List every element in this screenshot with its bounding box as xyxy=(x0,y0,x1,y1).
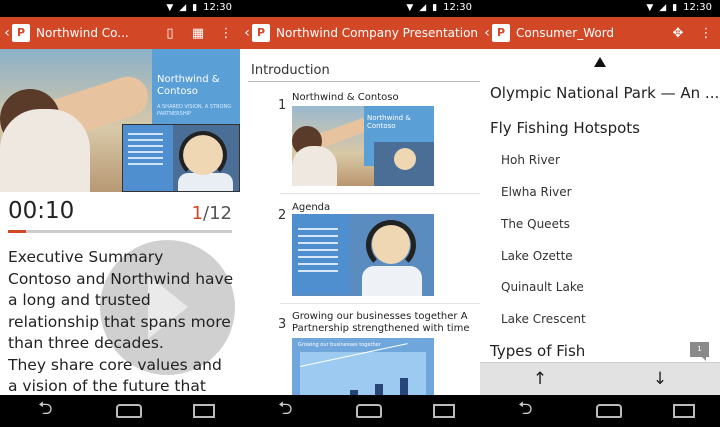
speaker-notes: Executive Summary Contoso and Northwind … xyxy=(8,247,236,419)
nav-back-icon[interactable]: ⮌ xyxy=(25,396,65,426)
notes-view-icon[interactable]: ▯ xyxy=(156,26,184,41)
nav-home-icon[interactable] xyxy=(595,404,622,418)
back-chevron-icon[interactable]: ‹ xyxy=(482,17,492,49)
nav-recents-icon[interactable] xyxy=(192,404,215,418)
nav-item[interactable]: Quinault Lake xyxy=(501,280,584,294)
slide-photo-woman xyxy=(0,109,90,192)
doc-heading[interactable]: Fly Fishing Hotspots xyxy=(490,119,640,137)
scroll-up-icon[interactable] xyxy=(594,57,606,67)
slide-thumb-title: Northwind & Contoso xyxy=(292,92,399,103)
slide-subtitle: A SHARED VISION, A STRONG PARTNERSHIP xyxy=(157,104,232,117)
app-title: Northwind Company Presentation xyxy=(276,26,479,40)
slide-number: 1 xyxy=(278,98,287,113)
slide-number: 2 xyxy=(278,208,287,223)
app-title: Consumer_Word xyxy=(516,26,615,40)
app-title: Northwind Co... xyxy=(36,26,129,40)
next-arrow-icon[interactable]: ↓ xyxy=(640,369,680,389)
slide-thumb-title: Growing our businesses together A Partne… xyxy=(292,311,470,334)
nav-item[interactable]: Elwha River xyxy=(501,185,572,199)
app-bar: ‹ P Northwind Company Presentation xyxy=(240,17,480,49)
more-menu-icon[interactable]: ⋮ xyxy=(212,26,240,41)
wifi-icon: ▼ xyxy=(166,3,174,13)
slide-thumbnail[interactable]: Northwind & Contoso xyxy=(292,106,434,186)
nav-recents-icon[interactable] xyxy=(672,404,695,418)
notes-line: Executive Summary xyxy=(8,248,164,266)
current-slide-number: 1 xyxy=(191,203,204,224)
system-nav-bar: ⮌ xyxy=(240,395,480,427)
presenter-panel: ▼ ◢ ▮ 12:30 ‹ P Northwind Co... ▯ ▦ ⋮ No… xyxy=(0,0,240,427)
nav-back-icon[interactable]: ⮌ xyxy=(505,396,545,426)
slide-number: 3 xyxy=(278,317,287,332)
wifi-icon: ▼ xyxy=(646,3,654,13)
office-logo-icon[interactable]: P xyxy=(492,24,510,42)
nav-item[interactable]: Lake Crescent xyxy=(501,312,586,326)
status-bar: ▼ ◢ ▮ 12:30 xyxy=(240,0,480,17)
status-bar: ▼ ◢ ▮ 12:30 xyxy=(480,0,720,17)
nav-home-icon[interactable] xyxy=(115,404,142,418)
more-menu-icon[interactable]: ⋮ xyxy=(692,26,720,41)
battery-icon: ▮ xyxy=(672,3,678,13)
status-time: 12:30 xyxy=(683,2,712,13)
nav-back-icon[interactable]: ⮌ xyxy=(265,396,305,426)
nav-recents-icon[interactable] xyxy=(432,404,455,418)
grid-view-icon[interactable]: ▦ xyxy=(184,26,212,41)
back-chevron-icon[interactable]: ‹ xyxy=(242,17,252,49)
comment-badge[interactable]: 1 xyxy=(690,342,709,361)
slide-progress-bar xyxy=(8,230,232,233)
powerpoint-logo-icon[interactable]: P xyxy=(12,24,30,42)
powerpoint-logo-icon[interactable]: P xyxy=(252,24,270,42)
previous-arrow-icon[interactable]: ↑ xyxy=(520,369,560,389)
section-header: Introduction xyxy=(251,63,330,78)
slide-thumbnail[interactable]: Growing our businesses together xyxy=(292,338,434,395)
nav-item[interactable]: Lake Ozette xyxy=(501,249,573,263)
status-bar: ▼ ◢ ▮ 12:30 xyxy=(0,0,240,17)
doc-heading[interactable]: Olympic National Park — An ... xyxy=(490,84,719,102)
slide-counter: 1/12 xyxy=(192,203,232,224)
slide-title: Northwind & Contoso xyxy=(157,74,220,97)
slide-thumbnail[interactable] xyxy=(292,214,434,296)
doc-heading[interactable]: Types of Fish xyxy=(490,342,585,360)
move-icon[interactable]: ✥ xyxy=(664,26,692,41)
next-slide-preview[interactable] xyxy=(122,124,240,192)
notes-line: Contoso and Northwind have a long and tr… xyxy=(8,269,234,353)
total-slides: /12 xyxy=(203,203,232,224)
system-nav-bar: ⮌ xyxy=(0,395,240,427)
app-bar: ‹ P Northwind Co... ▯ ▦ ⋮ xyxy=(0,17,240,49)
battery-icon: ▮ xyxy=(432,3,438,13)
current-slide[interactable]: Northwind & Contoso A SHARED VISION, A S… xyxy=(0,49,240,192)
outline-panel: ▼ ◢ ▮ 12:30 ‹ P Northwind Company Presen… xyxy=(240,0,480,427)
status-time: 12:30 xyxy=(443,2,472,13)
app-bar: ‹ P Consumer_Word ✥ ⋮ xyxy=(480,17,720,49)
presentation-timer: 00:10 xyxy=(8,198,75,224)
signal-icon: ◢ xyxy=(659,3,667,13)
signal-icon: ◢ xyxy=(179,3,187,13)
nav-home-icon[interactable] xyxy=(355,404,382,418)
doc-nav-toolbar: ↑ ↓ xyxy=(480,362,720,395)
nav-item[interactable]: Hoh River xyxy=(501,153,560,167)
slide-thumb-title: Agenda xyxy=(292,202,331,213)
wifi-icon: ▼ xyxy=(406,3,414,13)
battery-icon: ▮ xyxy=(192,3,198,13)
system-nav-bar: ⮌ xyxy=(480,395,720,427)
nav-item[interactable]: The Queets xyxy=(501,217,570,231)
signal-icon: ◢ xyxy=(419,3,427,13)
back-chevron-icon[interactable]: ‹ xyxy=(2,17,12,49)
status-time: 12:30 xyxy=(203,2,232,13)
word-panel: ▼ ◢ ▮ 12:30 ‹ P Consumer_Word ✥ ⋮ Olympi… xyxy=(480,0,720,427)
